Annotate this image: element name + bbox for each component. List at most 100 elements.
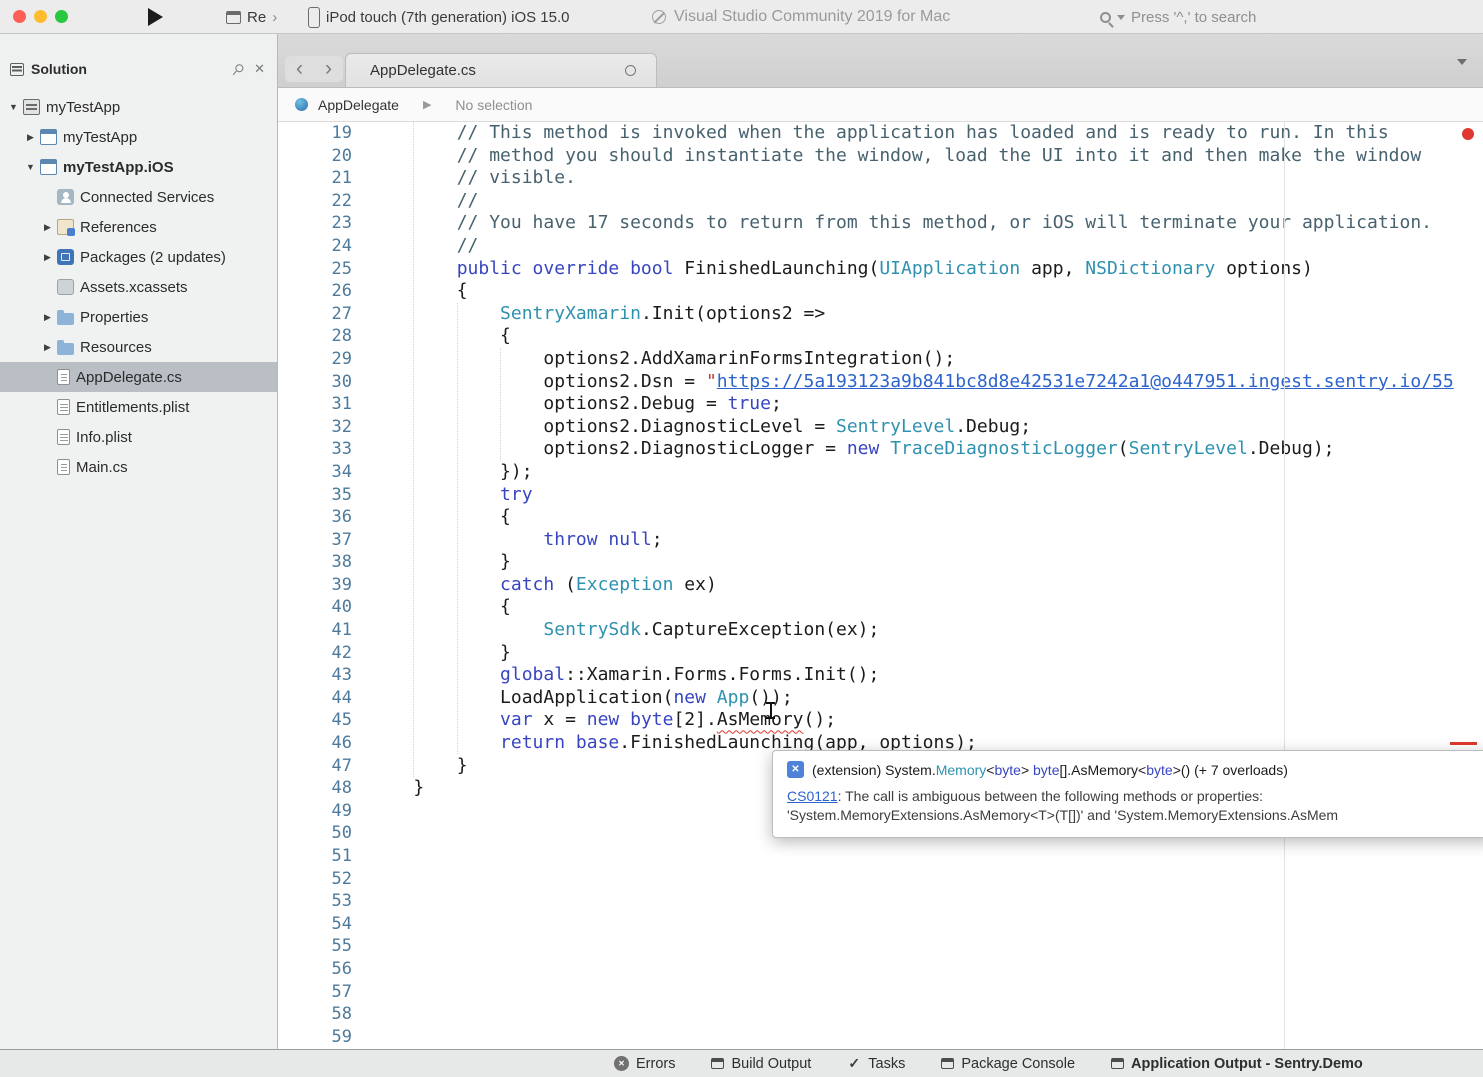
code-line-55[interactable]: 55 — [277, 935, 1483, 958]
tab-appdelegate[interactable]: AppDelegate.cs — [345, 53, 657, 87]
disclosure-closed-icon[interactable]: ▶ — [40, 252, 55, 263]
disclosure-open-icon[interactable]: ▼ — [23, 162, 38, 172]
code-token: ::Xamarin.Forms.Forms.Init(); — [565, 664, 879, 685]
code-line-51[interactable]: 51 — [277, 845, 1483, 868]
packages-icon — [57, 249, 74, 265]
mouse-cursor — [766, 702, 775, 719]
minimize-window-button[interactable] — [34, 10, 47, 23]
tree-item-info-plist[interactable]: Info.plist — [0, 422, 277, 452]
disclosure-closed-icon[interactable]: ▶ — [40, 222, 55, 233]
disclosure-closed-icon[interactable]: ▶ — [40, 312, 55, 323]
line-number: 56 — [277, 958, 370, 981]
indent-guide — [457, 303, 458, 754]
statusbar-package-console[interactable]: Package Console — [941, 1056, 1075, 1072]
zoom-window-button[interactable] — [55, 10, 68, 23]
error-token: AsMemory — [717, 709, 804, 730]
keyword-token: byte — [630, 709, 673, 730]
navigate-forward-icon[interactable]: › — [321, 58, 336, 80]
breadcrumb-symbol[interactable]: AppDelegate — [318, 97, 399, 113]
tab-modified-indicator[interactable] — [625, 65, 636, 76]
run-button[interactable] — [148, 8, 163, 26]
tree-item-resources[interactable]: ▶Resources — [0, 332, 277, 362]
code-token: [2]. — [673, 709, 716, 730]
tree-item-main-cs[interactable]: Main.cs — [0, 452, 277, 482]
tree-item-assets-xcassets[interactable]: Assets.xcassets — [0, 272, 277, 302]
tree-item-appdelegate-cs[interactable]: AppDelegate.cs — [0, 362, 277, 392]
code-line-54[interactable]: 54 — [277, 913, 1483, 936]
comment-token: // This method is invoked when the appli… — [370, 122, 1389, 143]
window-status-area: Visual Studio Community 2019 for Mac — [652, 0, 950, 34]
code-token — [619, 709, 630, 730]
build-configuration-selector[interactable]: Re › — [226, 0, 277, 34]
code-line-58[interactable]: 58 — [277, 1003, 1483, 1026]
line-number: 42 — [277, 642, 370, 665]
code-line-26[interactable]: 26 { — [277, 280, 1483, 303]
code-line-22[interactable]: 22 // — [277, 190, 1483, 213]
breadcrumb: AppDelegate ▶ No selection — [277, 88, 1483, 122]
device-selector[interactable]: iPod touch (7th generation) iOS 15.0 — [308, 0, 570, 34]
statusbar-errors[interactable]: Errors — [614, 1056, 675, 1072]
code-line-59[interactable]: 59 — [277, 1026, 1483, 1049]
keyword-token: global — [370, 664, 565, 685]
comment-token: // — [370, 190, 478, 211]
tree-item-packages-2-updates[interactable]: ▶Packages (2 updates) — [0, 242, 277, 272]
statusbar-tasks[interactable]: Tasks — [847, 1056, 905, 1072]
tree-item-mytestapp[interactable]: ▶myTestApp — [0, 122, 277, 152]
code-text: // — [370, 190, 478, 213]
line-number: 21 — [277, 167, 370, 190]
navigate-back-icon[interactable]: ‹ — [292, 58, 307, 80]
tree-item-properties[interactable]: ▶Properties — [0, 302, 277, 332]
disclosure-open-icon[interactable]: ▼ — [6, 102, 21, 112]
code-line-53[interactable]: 53 — [277, 890, 1483, 913]
code-line-23[interactable]: 23 // You have 17 seconds to return from… — [277, 212, 1483, 235]
plist-icon — [57, 429, 70, 445]
code-line-56[interactable]: 56 — [277, 958, 1483, 981]
solution-icon — [23, 99, 40, 115]
keyword-token: true — [728, 393, 771, 414]
code-token: options2.DiagnosticLevel = — [370, 416, 836, 437]
tree-item-connected-services[interactable]: Connected Services — [0, 182, 277, 212]
disclosure-closed-icon[interactable]: ▶ — [40, 342, 55, 353]
code-line-21[interactable]: 21 // visible. — [277, 167, 1483, 190]
comment-token: // method you should instantiate the win… — [370, 145, 1421, 166]
line-number: 48 — [277, 777, 370, 800]
code-line-25[interactable]: 25 public override bool FinishedLaunchin… — [277, 258, 1483, 281]
editor-tab-strip: ‹ › AppDelegate.cs — [277, 34, 1483, 88]
scrollbar-error-marker-top[interactable] — [1462, 128, 1474, 140]
tree-item-references[interactable]: ▶References — [0, 212, 277, 242]
tree-item-mytestapp-ios[interactable]: ▼ myTestApp.iOS — [0, 152, 277, 182]
line-number: 52 — [277, 868, 370, 891]
code-line-24[interactable]: 24 // — [277, 235, 1483, 258]
indent-guide — [500, 348, 501, 461]
code-text: // visible. — [370, 167, 576, 190]
type-token: Exception — [576, 574, 674, 595]
breadcrumb-selection[interactable]: No selection — [455, 97, 532, 113]
line-number: 47 — [277, 755, 370, 778]
tab-list-dropdown-icon[interactable] — [1457, 59, 1467, 70]
code-line-19[interactable]: 19 // This method is invoked when the ap… — [277, 122, 1483, 145]
code-line-52[interactable]: 52 — [277, 868, 1483, 891]
tree-item-mytestapp[interactable]: ▼myTestApp — [0, 92, 277, 122]
scrollbar-error-marker[interactable] — [1450, 742, 1477, 745]
code-line-20[interactable]: 20 // method you should instantiate the … — [277, 145, 1483, 168]
disclosure-closed-icon[interactable]: ▶ — [23, 132, 38, 143]
tree-item-entitlements-plist[interactable]: Entitlements.plist — [0, 392, 277, 422]
tree-item-label: Info.plist — [76, 429, 132, 446]
code-text: SentryXamarin.Init(options2 => — [370, 303, 825, 326]
close-window-button[interactable] — [13, 10, 26, 23]
line-number: 53 — [277, 890, 370, 913]
code-token: { — [370, 506, 511, 527]
code-editor[interactable]: 19 // This method is invoked when the ap… — [277, 122, 1483, 1049]
code-line-57[interactable]: 57 — [277, 981, 1483, 1004]
statusbar-items: Errors Build Output Tasks Package Console Ap… — [0, 1049, 1483, 1077]
global-search-field[interactable]: Press '^,' to search — [1100, 0, 1256, 34]
error-code-link[interactable]: CS0121 — [787, 788, 838, 804]
statusbar-build-output[interactable]: Build Output — [711, 1056, 811, 1072]
close-pad-icon[interactable]: ✕ — [252, 59, 267, 79]
tasks-icon — [847, 1056, 861, 1072]
keyword-token: catch — [370, 574, 554, 595]
plist-icon — [57, 399, 70, 415]
statusbar-application-output-sentry-demo[interactable]: Application Output - Sentry.Demo — [1111, 1056, 1363, 1072]
dsn-link[interactable]: https://5a193123a9b841bc8d8e42531e7242a1… — [717, 371, 1454, 392]
tree-item-label: myTestApp.iOS — [63, 159, 174, 176]
